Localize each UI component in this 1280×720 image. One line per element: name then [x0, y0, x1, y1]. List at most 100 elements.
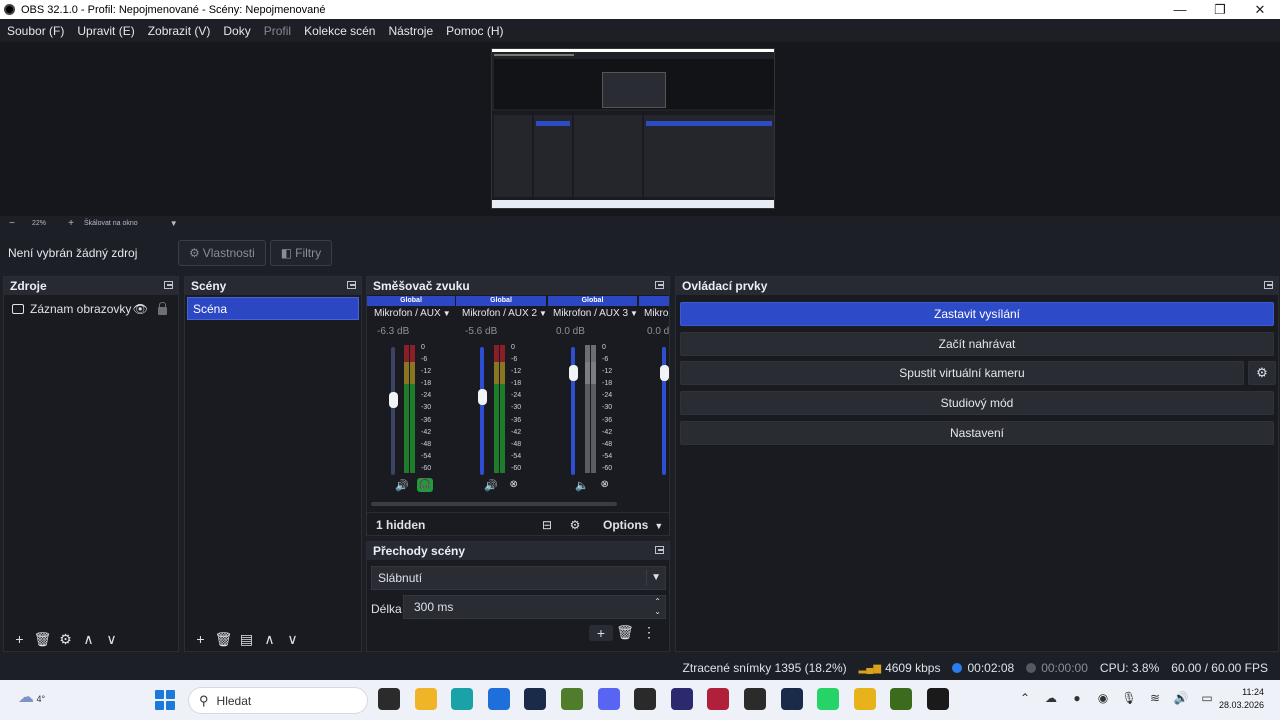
headphones-off-icon[interactable]: ⊗	[597, 478, 613, 492]
move-scene-down-button[interactable]: ∨	[281, 631, 304, 648]
headphones-off-icon[interactable]: ⊗	[506, 478, 522, 492]
taskbar-app-icon[interactable]	[743, 688, 766, 710]
scene-item[interactable]: Scéna	[187, 297, 359, 320]
taskbar-app-icon[interactable]	[707, 688, 730, 710]
minimize-button[interactable]: —	[1160, 2, 1200, 17]
layout-toggle-icon[interactable]: ⊟	[533, 518, 561, 532]
move-source-up-button[interactable]: ∧	[77, 631, 100, 648]
volume-fader[interactable]	[391, 347, 395, 475]
channel-name[interactable]: Mikro	[644, 308, 668, 319]
taskbar-app-icon[interactable]	[670, 688, 693, 710]
remove-transition-button[interactable]: 🗑	[613, 624, 637, 641]
taskbar-app-icon[interactable]	[634, 688, 657, 710]
taskbar-app-icon[interactable]	[487, 688, 510, 710]
battery-icon[interactable]: ▭	[1194, 691, 1220, 705]
taskbar-app-icon[interactable]	[597, 688, 620, 710]
move-scene-up-button[interactable]: ∧	[258, 631, 281, 648]
volume-fader-knob[interactable]	[569, 365, 578, 381]
wifi-icon[interactable]: ≋	[1142, 691, 1168, 705]
transition-menu-button[interactable]: ⋮	[637, 624, 661, 641]
taskbar-app-icon[interactable]	[780, 688, 803, 710]
add-scene-button[interactable]: +	[189, 631, 212, 647]
speaker-icon[interactable]: 🔊	[395, 479, 409, 492]
move-source-down-button[interactable]: ∨	[100, 631, 123, 648]
taskbar-clock[interactable]: 11:24 28.03.2026	[1219, 686, 1264, 712]
channel-name-label: Mikrofon / AUX	[374, 308, 441, 319]
onedrive-icon[interactable]: ☁	[1038, 691, 1064, 705]
undock-icon[interactable]	[1264, 281, 1273, 289]
maximize-button[interactable]: ❐	[1200, 2, 1240, 18]
settings-button[interactable]: Nastavení	[680, 421, 1274, 445]
volume-icon[interactable]: 🔊	[1168, 691, 1194, 705]
channel-name[interactable]: Mikrofon / AUX 2 ▼	[462, 308, 547, 319]
taskbar-app-icon[interactable]	[853, 688, 876, 710]
remove-scene-button[interactable]: 🗑	[212, 631, 235, 648]
windows-start-button[interactable]	[155, 690, 175, 710]
taskbar-app-icon[interactable]	[524, 688, 547, 710]
chevron-up-icon[interactable]: ⌃	[1012, 691, 1038, 705]
taskbar-app-icon[interactable]	[414, 688, 437, 710]
start-virtual-camera-button[interactable]: Spustit virtuální kameru	[680, 361, 1244, 385]
eye-icon[interactable]: 👁	[133, 302, 148, 316]
vpn-icon[interactable]: ◉	[1090, 691, 1116, 705]
transition-select[interactable]: Slábnutí ▼	[371, 566, 666, 590]
studio-mode-button[interactable]: Studiový mód	[680, 391, 1274, 415]
menu-tools[interactable]: Nástroje	[388, 24, 433, 38]
microphone-icon[interactable]: 🎙	[1116, 691, 1142, 705]
taskbar-app-icon[interactable]	[926, 688, 949, 710]
volume-fader-knob[interactable]	[660, 365, 669, 381]
controls-dock-header: Ovládací prvky	[676, 277, 1278, 295]
weather-widget[interactable]: ☁ 4°	[18, 687, 45, 707]
advanced-audio-icon[interactable]: ⚙	[561, 518, 589, 532]
lock-icon[interactable]	[158, 302, 167, 315]
hidden-channels-count[interactable]: 1 hidden	[376, 518, 533, 532]
menu-scene-collection[interactable]: Kolekce scén	[304, 24, 375, 38]
mixer-options-button[interactable]: Options ▼	[603, 518, 663, 532]
taskbar-app-icon[interactable]	[451, 688, 474, 710]
menu-file[interactable]: Soubor (F)	[7, 24, 64, 38]
menu-edit[interactable]: Upravit (E)	[77, 24, 134, 38]
taskbar-app-icon[interactable]	[817, 688, 840, 710]
source-item[interactable]: Záznam obrazovky 👁	[4, 299, 178, 319]
filters-button[interactable]: ◧ Filtry	[269, 240, 333, 266]
channel-name[interactable]: Mikrofon / AUX ▼	[374, 308, 451, 319]
headphones-icon[interactable]: 🎧	[416, 478, 433, 492]
duration-spinner[interactable]: ⌃ ⌄	[654, 597, 661, 617]
undock-icon[interactable]	[347, 281, 356, 289]
volume-fader-knob[interactable]	[389, 392, 398, 408]
volume-fader-knob[interactable]	[478, 389, 487, 405]
volume-fader[interactable]	[480, 347, 484, 475]
speaker-icon[interactable]: 🔊	[484, 479, 498, 492]
taskbar-search[interactable]: ⚲ Hledat	[188, 687, 368, 714]
virtual-camera-settings-button[interactable]: ⚙	[1248, 361, 1276, 385]
speaker-muted-icon[interactable]: 🔈	[575, 479, 589, 492]
scene-filters-button[interactable]: ▤	[235, 631, 258, 648]
close-button[interactable]: ✕	[1240, 2, 1280, 18]
zoom-out-button[interactable]: −	[5, 218, 19, 229]
add-transition-button[interactable]: +	[589, 624, 613, 641]
stop-streaming-button[interactable]: Zastavit vysílání	[680, 302, 1274, 326]
tray-app-icon[interactable]: ●	[1064, 691, 1090, 705]
taskbar-app-icon[interactable]	[378, 688, 400, 710]
channel-name[interactable]: Mikrofon / AUX 3 ▼	[553, 308, 638, 319]
remove-source-button[interactable]: 🗑	[31, 631, 54, 648]
properties-button[interactable]: ⚙ Vlastnosti	[178, 240, 266, 266]
undock-icon[interactable]	[655, 546, 664, 554]
add-source-button[interactable]: +	[8, 631, 31, 647]
menu-help[interactable]: Pomoc (H)	[446, 24, 503, 38]
undock-icon[interactable]	[164, 281, 173, 289]
start-recording-button[interactable]: Začít nahrávat	[680, 332, 1274, 356]
undock-icon[interactable]	[655, 281, 664, 289]
source-properties-button[interactable]: ⚙	[54, 631, 77, 648]
zoom-in-button[interactable]: +	[64, 218, 78, 229]
menu-docks[interactable]: Doky	[223, 24, 250, 38]
taskbar-app-icon[interactable]	[890, 688, 913, 710]
preview-zoom-bar: − 22% + Škálovat na okno ▼	[0, 216, 1280, 230]
menu-profile[interactable]: Profil	[264, 24, 291, 38]
chevron-down-icon[interactable]: ▼	[170, 219, 178, 228]
mixer-scrollbar[interactable]	[371, 502, 617, 506]
menu-view[interactable]: Zobrazit (V)	[148, 24, 211, 38]
taskbar-app-icon[interactable]	[560, 688, 583, 710]
duration-input[interactable]: 300 ms ⌃ ⌄	[403, 595, 666, 619]
scale-mode-select[interactable]: Škálovat na okno	[84, 220, 138, 227]
